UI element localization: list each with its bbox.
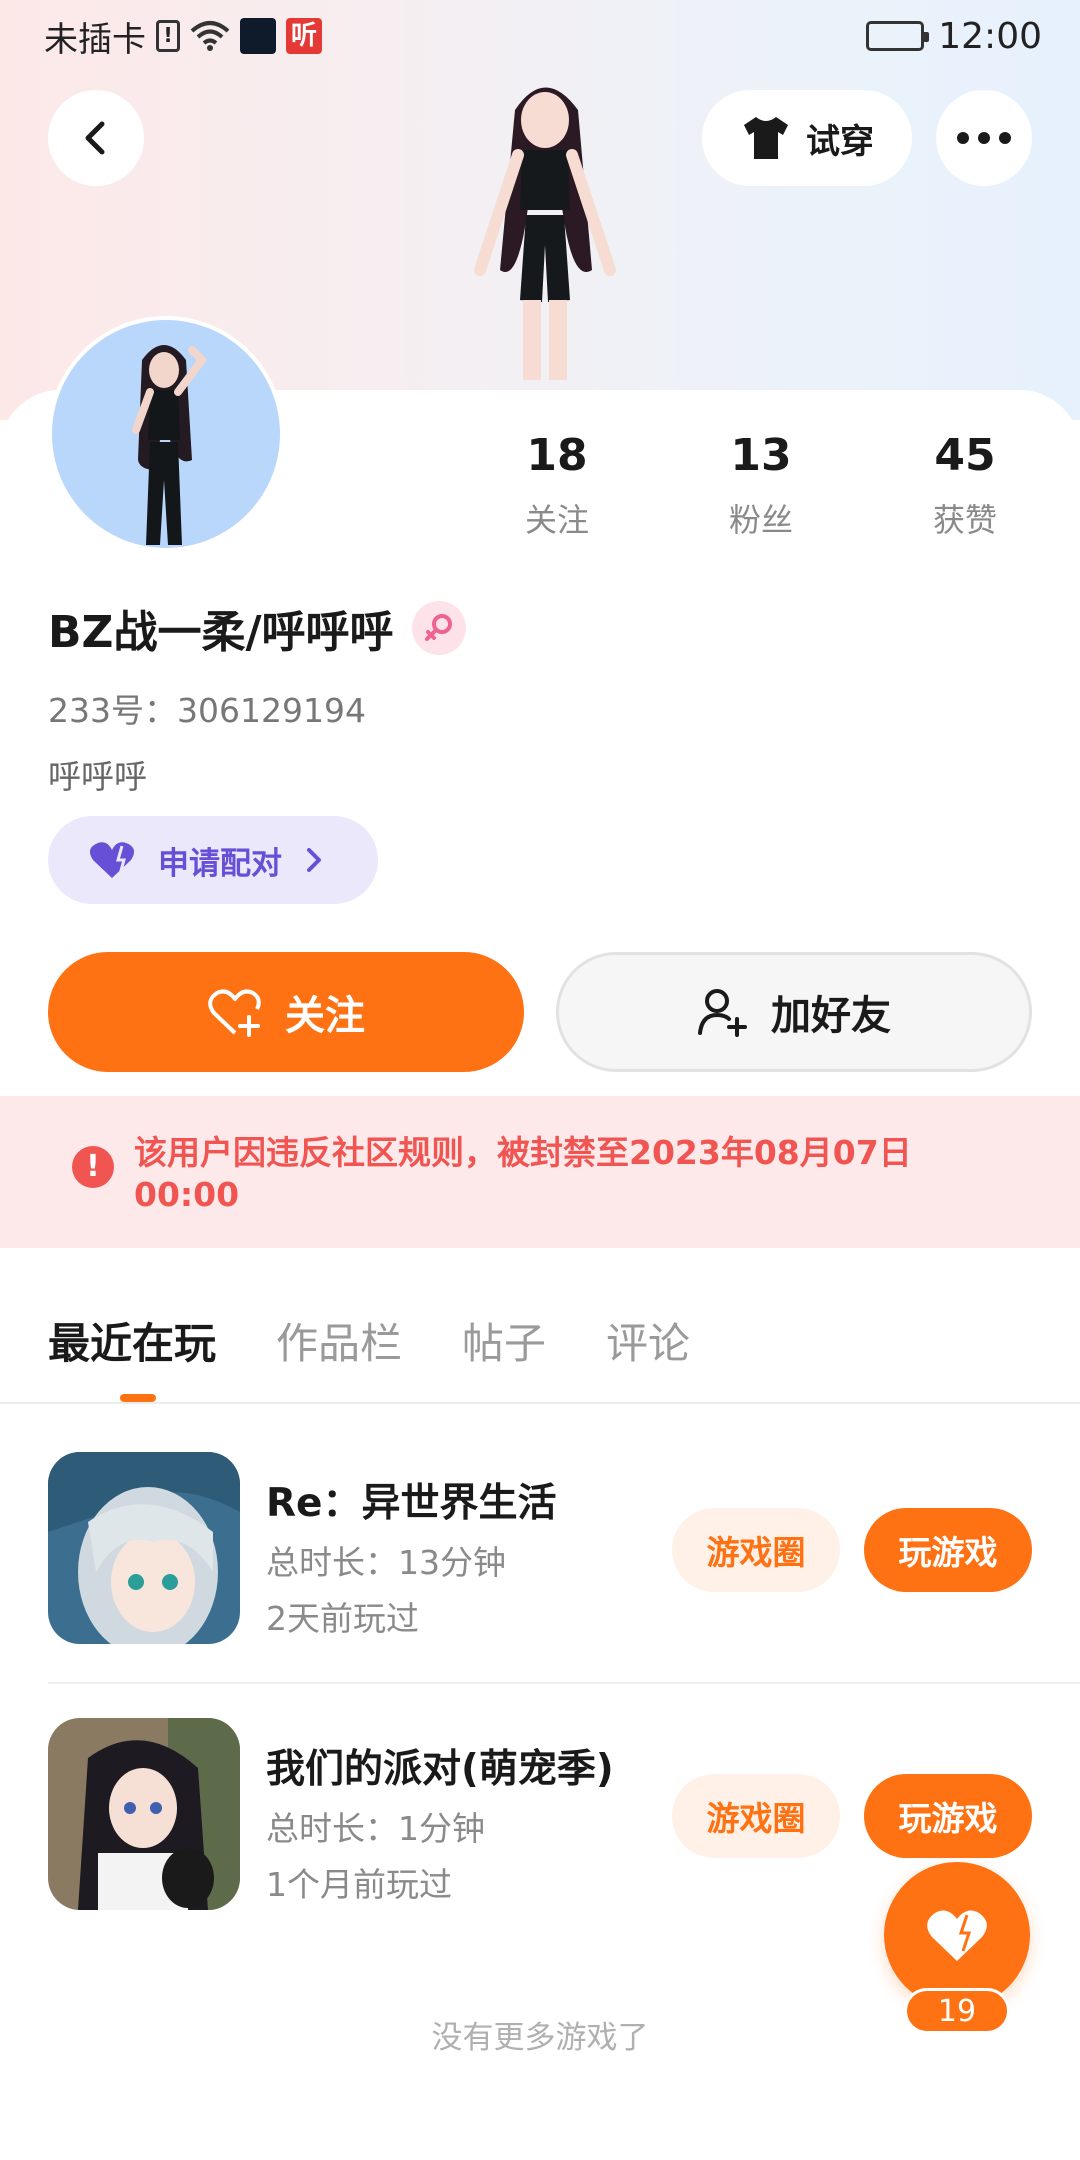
game-duration: 总时长：1分钟 [266,1809,485,1848]
stat-following-label: 关注 [524,501,589,539]
avatar[interactable] [48,316,284,552]
stat-fans[interactable]: 13 粉丝 [659,430,863,541]
stat-following-value: 18 [526,430,588,481]
chevron-left-icon [85,121,105,155]
stat-likes-value: 45 [934,430,996,481]
game-icon-party[interactable] [48,1718,240,1910]
purple-heart-icon [89,842,135,878]
app-notification-icon [240,18,276,54]
game-name: 我们的派对(萌宠季) [266,1747,614,1792]
female-gender-icon [411,601,466,655]
more-dots-icon [957,132,1011,144]
username-row: BZ战一柔/呼呼呼 [48,596,466,660]
game-circle-button[interactable]: 游戏圈 [672,1508,840,1592]
status-bar: 未插卡 ! 听 12:00 [0,0,1080,72]
tabs-divider [0,1402,1080,1404]
like-count-badge: 19 [904,1988,1010,2034]
active-tab-indicator [120,1394,156,1402]
ban-notice: ! 该用户因违反社区规则，被封禁至2023年08月07日 00:00 [0,1096,1080,1248]
request-pair-button[interactable]: 申请配对 [48,816,378,904]
listen-app-icon: 听 [286,18,322,54]
heart-icon [927,1910,987,1961]
user-bio: 呼呼呼 [48,757,147,796]
chevron-right-icon [307,848,321,872]
tab-works[interactable]: 作品栏 [276,1310,402,1371]
alert-icon: ! [72,1146,114,1188]
tab-posts[interactable]: 帖子 [462,1310,546,1371]
no-sim-icon: ! [156,19,180,53]
list-divider [48,1682,1080,1684]
profile-tabs: 最近在玩 作品栏 帖子 评论 [48,1310,690,1371]
stat-fans-value: 13 [730,430,792,481]
tshirt-icon [744,117,788,159]
try-on-label: 试穿 [806,121,874,162]
game-last-played: 1个月前玩过 [266,1865,452,1904]
wifi-icon [190,19,230,53]
tab-comments[interactable]: 评论 [606,1310,690,1371]
avatar-3d-figure [420,70,670,390]
game-circle-button[interactable]: 游戏圈 [672,1774,840,1858]
back-button[interactable] [48,90,144,186]
ban-notice-text: 该用户因违反社区规则，被封禁至2023年08月07日 00:00 [134,1133,912,1214]
status-time: 12:00 [938,15,1042,57]
user-id: 233号：306129194 [48,691,366,730]
stat-following[interactable]: 18 关注 [455,430,659,541]
play-game-button[interactable]: 玩游戏 [864,1774,1032,1858]
try-on-button[interactable]: 试穿 [702,90,912,186]
add-friend-label: 加好友 [771,993,891,1039]
profile-stats: 18 关注 13 粉丝 45 获赞 [455,430,1067,541]
heart-plus-icon [208,989,261,1037]
game-duration: 总时长：13分钟 [266,1543,506,1582]
request-pair-label: 申请配对 [158,845,282,882]
more-options-button[interactable] [936,90,1032,186]
follow-button[interactable]: 关注 [48,952,524,1072]
avatar-image [52,320,280,548]
game-last-played: 2天前玩过 [266,1599,419,1638]
game-icon-re-zero[interactable] [48,1452,240,1644]
stat-fans-label: 粉丝 [728,501,793,539]
play-game-button[interactable]: 玩游戏 [864,1508,1032,1592]
tab-recently-played[interactable]: 最近在玩 [48,1310,216,1371]
like-button[interactable] [884,1862,1030,2008]
game-name: Re：异世界生活 [266,1481,557,1526]
follow-label: 关注 [285,993,365,1039]
stat-likes-label: 获赞 [932,501,997,539]
stat-likes[interactable]: 45 获赞 [863,430,1067,541]
carrier-text: 未插卡 [44,19,146,60]
add-friend-button[interactable]: 加好友 [556,952,1032,1072]
add-user-icon [698,989,747,1037]
username: BZ战一柔/呼呼呼 [48,607,394,658]
game-list-item[interactable]: Re：异世界生活 总时长：13分钟 2天前玩过 游戏圈 玩游戏 [48,1452,1080,1648]
battery-icon [866,21,930,51]
